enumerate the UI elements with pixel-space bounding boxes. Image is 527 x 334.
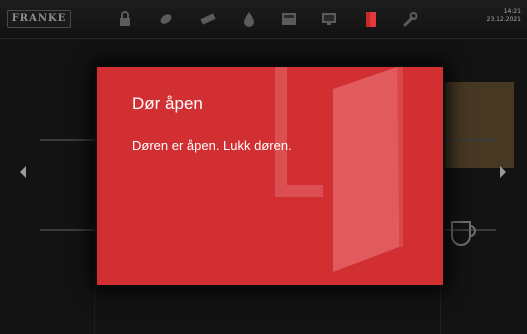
cleaning-icon[interactable] bbox=[156, 9, 176, 29]
top-bar: FRANKE 14:21 23.12.2021 bbox=[0, 0, 527, 39]
machine-screen: FRANKE 14:21 23.12.2021 Dør åpen Døren e… bbox=[0, 0, 527, 334]
water-icon[interactable] bbox=[239, 9, 259, 29]
previous-arrow-icon[interactable] bbox=[20, 166, 26, 178]
divider bbox=[440, 139, 496, 141]
franke-logo: FRANKE bbox=[7, 10, 71, 28]
door-open-dialog[interactable]: Dør åpen Døren er åpen. Lukk døren. bbox=[97, 67, 443, 285]
cup-icon bbox=[451, 221, 476, 246]
clock-time: 14:21 bbox=[503, 8, 521, 15]
clock: 14:21 23.12.2021 bbox=[487, 8, 521, 24]
lock-icon[interactable] bbox=[115, 9, 135, 29]
divider bbox=[40, 139, 96, 141]
grounds-icon[interactable] bbox=[279, 9, 299, 29]
wrench-icon[interactable] bbox=[400, 9, 420, 29]
milk-icon[interactable] bbox=[198, 9, 218, 29]
divider bbox=[40, 229, 96, 231]
left-panel bbox=[34, 79, 95, 334]
next-arrow-icon[interactable] bbox=[500, 166, 506, 178]
settings-screen-icon[interactable] bbox=[319, 9, 339, 29]
door-icon[interactable] bbox=[361, 9, 381, 29]
dialog-title: Dør åpen bbox=[132, 94, 203, 113]
clock-date: 23.12.2021 bbox=[486, 16, 521, 23]
dialog-message: Døren er åpen. Lukk døren. bbox=[132, 138, 292, 153]
